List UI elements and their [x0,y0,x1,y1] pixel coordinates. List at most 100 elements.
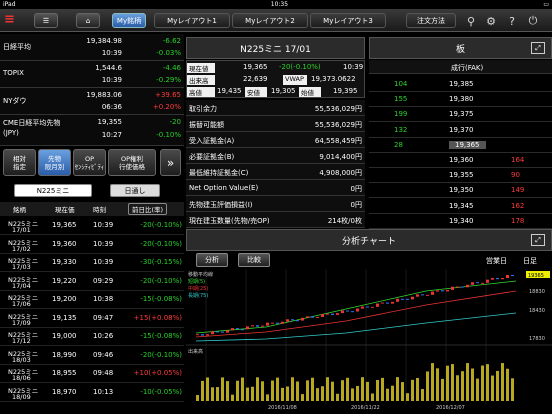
help-icon[interactable]: ? [506,15,518,28]
seg-op-sensitivity[interactable]: OP ｾﾝｼﾃｨﾋﾞﾃｨ [73,149,106,176]
volume-bar [241,377,244,401]
tab-layout1[interactable]: Myレイアウト1 [154,13,230,28]
tab-layout3[interactable]: Myレイアウト3 [310,13,386,28]
candle [241,329,244,331]
menu-button[interactable]: ☰ [34,13,58,28]
volume-bar [316,388,319,401]
board-row[interactable]: 104 19,385 [369,76,552,92]
ma-label: 移動平均線 [188,271,213,278]
volume-bar [326,377,329,401]
index-name: TOPIX [3,69,24,77]
chart-mode-business-days[interactable]: 営業日 [486,256,507,266]
candle [211,331,214,335]
seg-op-strike[interactable]: OP権利 行使価格 [108,149,156,176]
analysis-button[interactable]: 分析 [196,253,228,267]
seg-relative[interactable]: 相対 指定 [3,149,36,176]
gear-icon[interactable]: ⚙ [485,15,497,28]
volume-bar [231,394,234,401]
board-price: 19,365 [449,140,486,149]
list-tab-n225mini[interactable]: N225ミニ [14,184,92,197]
home-button[interactable]: ⌂ [76,13,100,28]
power-icon[interactable]: ⏻ [527,14,539,27]
list-item[interactable]: N225ミニ 17/12 19,000 10:26 -15(-0.08%) [0,328,184,346]
time: 09:47 [93,313,114,322]
candle [376,303,379,307]
board-row[interactable]: 132 19,370 [369,122,552,138]
index-value: 19,883.06 [86,91,122,99]
list-item[interactable]: N225ミニ 18/03 18,990 09:46 -20(-0.10%) [0,347,184,365]
ask-qty: 164 [511,156,525,164]
list-item[interactable]: N225ミニ 18/09 18,970 10:13 -10(-0.05%) [0,384,184,402]
list-item[interactable]: N225ミニ 17/06 19,200 10:38 -15(-0.08%) [0,291,184,309]
index-row[interactable]: TOPIX 1,544.6 -4.46 10:39 -0.29% [0,61,184,88]
order-method-button[interactable]: 注文方法 [406,13,456,28]
index-pct: +0.20% [152,103,181,111]
search-icon[interactable]: ⚲ [465,15,477,28]
board-row[interactable]: 19,345 162 [369,198,552,214]
bid-qty: 199 [394,110,408,119]
list-item[interactable]: N225ミニ 17/01 19,365 10:39 -20(-0.10%) [0,217,184,235]
board-row[interactable]: 28 19,365 [369,137,552,153]
list-item[interactable]: N225ミニ 17/04 19,220 09:29 -20(-0.10%) [0,273,184,291]
home-icon: ⌂ [85,16,91,25]
board-row[interactable]: 19,340 178 [369,213,552,229]
vwap-label: VWAP [283,75,307,85]
time: 10:39 [93,258,114,266]
candle [501,278,504,280]
compare-button[interactable]: 比較 [238,253,270,267]
index-row[interactable]: 日経平均 19,384.98 -6.62 10:39 -0.03% [0,34,184,61]
volume-bar [416,377,419,401]
expand-icon[interactable]: ⤢ [531,42,545,54]
index-row[interactable]: NYダウ 19,883.06 +39.65 06:36 +0.20% [0,88,184,115]
volume-bar [301,394,304,401]
price-chart[interactable]: 移動平均線 短期(5) 中期(25) 長期(75) 19365 18830 18… [186,269,552,414]
index-time: 10:27 [101,131,122,139]
list-item[interactable]: N225ミニ 17/03 19,330 10:39 -30(-0.15%) [0,254,184,272]
list-tab-allday[interactable]: 日通し [110,184,160,197]
list-item[interactable]: N225ミニ 18/06 18,955 09:48 +10(+0.05%) [0,365,184,383]
low-value: 19,305 [271,87,296,95]
index-change: -4.46 [162,64,181,72]
index-change: -20 [169,118,181,126]
board-row[interactable]: 19,360 164 [369,152,552,168]
candle [261,325,264,327]
volume-bar [221,377,224,401]
volume-bar [206,377,209,401]
board-row[interactable]: 19,350 149 [369,182,552,199]
tab-layout2[interactable]: Myレイアウト2 [232,13,308,28]
contract-month: 17/12 [12,337,31,345]
change: -30(-0.15%) [140,258,182,266]
low-label: 安値 [245,87,267,97]
candle [311,316,314,318]
volume-bar [311,377,314,401]
seg-label: OP権利 [120,154,144,163]
volume-bar [501,363,504,401]
board-row[interactable]: 155 19,380 [369,91,552,108]
list-item[interactable]: N225ミニ 17/09 19,135 09:47 +15(+0.08%) [0,310,184,328]
board-mode-label: 成行(FAK) [451,64,484,72]
col-header: 現在価 [55,206,75,214]
time: 09:29 [93,276,114,285]
index-row[interactable]: CME日経平均先物 (JPY) 19,355 -20 10:27 -0.10% [0,115,184,145]
list-item[interactable]: N225ミニ 17/02 19,360 10:39 -20(-0.10%) [0,236,184,254]
account-value: 55,536,029円 [314,105,362,113]
app-logo-icon[interactable]: ≡ [4,13,18,27]
account-row: Net Option Value(E) 0円 [186,180,365,196]
board-price: 19,345 [449,201,474,210]
col-header[interactable]: 前日比(率) [128,203,168,215]
volume-bar [216,387,219,401]
seg-futures[interactable]: 先物 限月別 [38,149,71,176]
time: 10:39 [93,239,114,248]
board-row[interactable]: 19,355 90 [369,167,552,184]
candle [396,298,399,302]
board-row[interactable]: 199 19,375 [369,106,552,123]
chart-mode-daily[interactable]: 日足 [523,256,537,266]
mystock-button[interactable]: My銘柄 [112,13,146,28]
index-value: 19,384.98 [86,37,122,45]
list-icon: ☰ [42,16,50,25]
candle [271,322,274,324]
volume-bar [391,385,394,401]
candle [426,294,429,296]
expand-icon[interactable]: ⤢ [531,234,545,246]
seg-next-icon[interactable]: » [160,149,181,176]
